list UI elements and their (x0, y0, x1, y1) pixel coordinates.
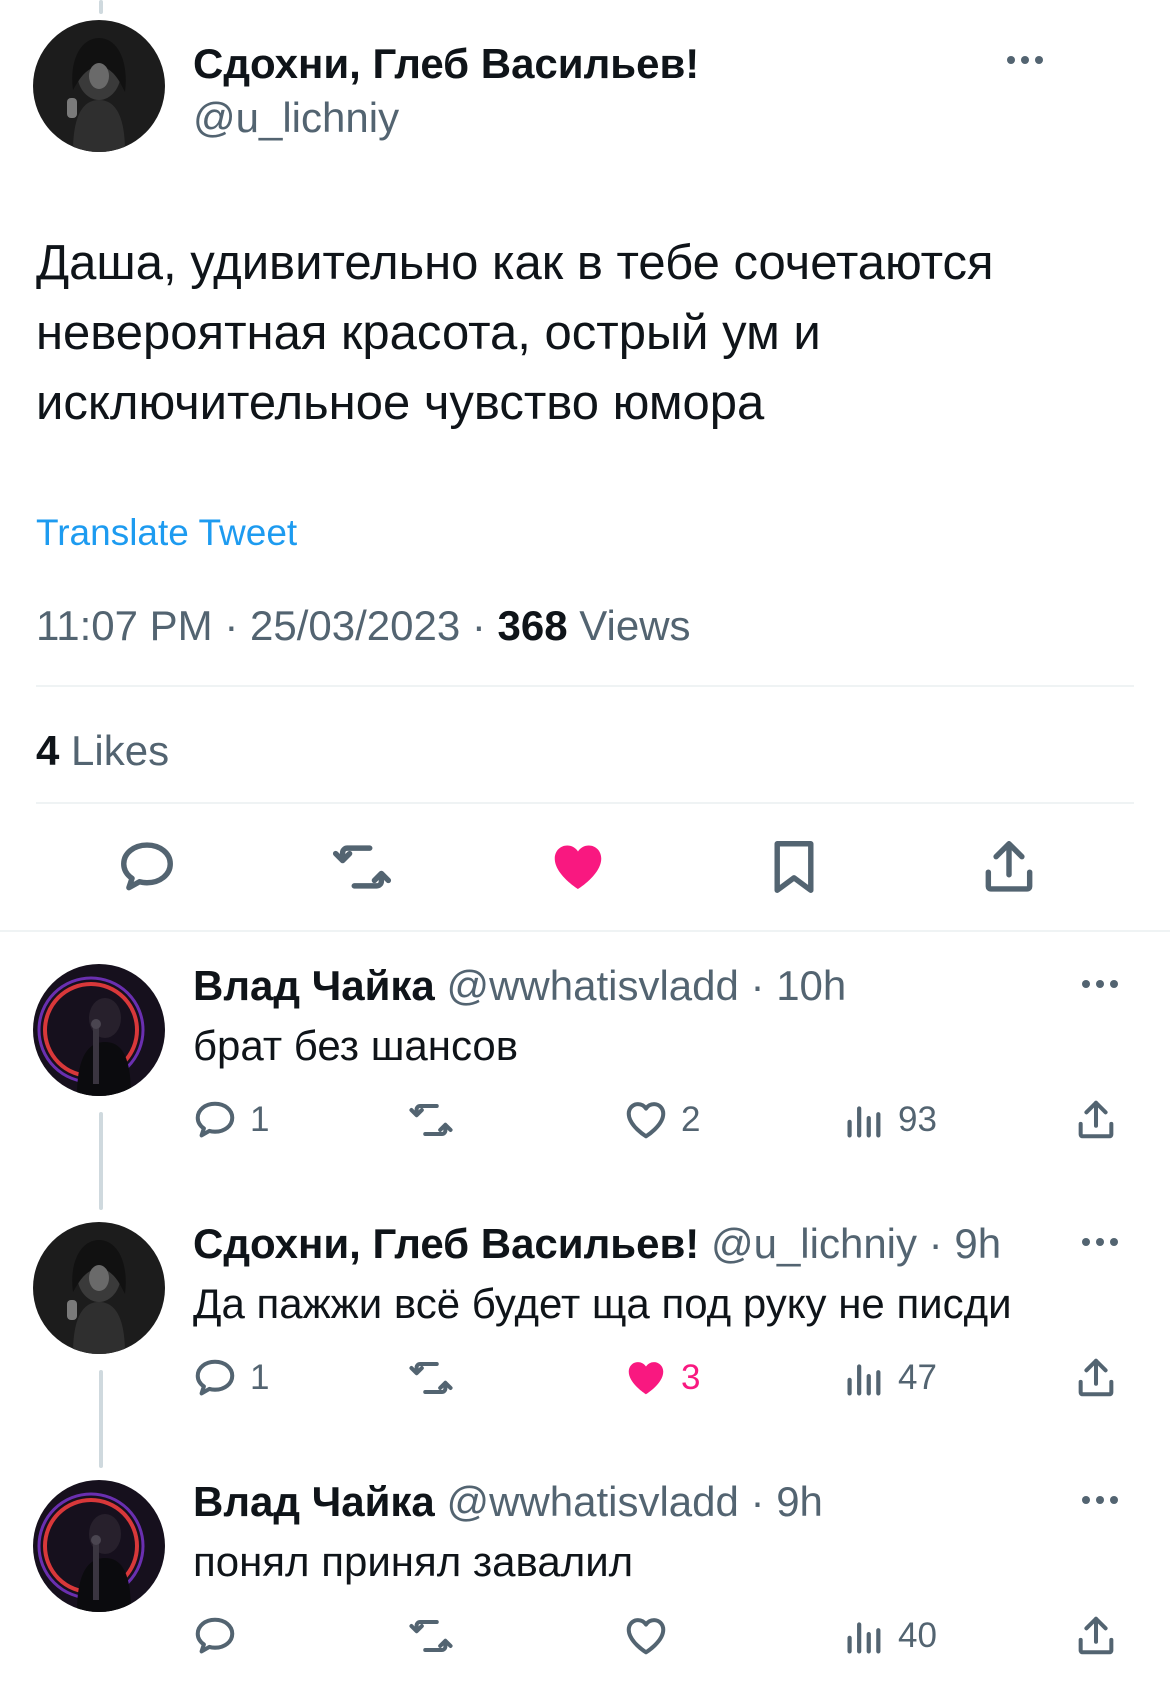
views-label[interactable]: Views (579, 602, 690, 649)
reply-text: Да пажжи всё будет ща под руку не писди (193, 1280, 1012, 1327)
views-count: 368 (497, 602, 568, 649)
retweet-icon (408, 1613, 454, 1659)
share-icon (1073, 1613, 1119, 1659)
reply-age: 9h (776, 1478, 823, 1525)
reply-header: Сдохни, Глеб Васильев! @u_lichniy · 9h (193, 1220, 1001, 1268)
author-avatar[interactable] (33, 20, 165, 152)
meta-separator: · (917, 1220, 955, 1267)
tweet-time: 11:07 PM (36, 602, 213, 649)
thread-connector-top (99, 0, 103, 14)
like-button[interactable] (623, 1613, 681, 1659)
meta-separator: · (212, 602, 250, 649)
likes-count: 4 (36, 727, 60, 774)
like-icon[interactable] (547, 836, 609, 898)
views-button[interactable]: 93 (840, 1097, 937, 1143)
thread-connector (99, 1112, 103, 1210)
reply-author-handle[interactable]: @wwhatisvladd (446, 1478, 738, 1525)
retweet-icon (408, 1097, 454, 1143)
more-icon[interactable] (1078, 1490, 1122, 1510)
reply-header: Влад Чайка @wwhatisvladd · 10h (193, 962, 846, 1010)
share-icon (1073, 1097, 1119, 1143)
reply-avatar[interactable] (33, 1480, 165, 1612)
meta-separator: · (738, 962, 777, 1009)
section-divider (0, 930, 1170, 932)
author-handle[interactable]: @u_lichniy (193, 94, 399, 142)
retweet-button[interactable] (408, 1613, 454, 1659)
reply-icon (192, 1613, 238, 1659)
retweet-icon (408, 1355, 454, 1401)
reply-avatar[interactable] (33, 1222, 165, 1354)
retweet-button[interactable] (408, 1097, 454, 1143)
more-icon[interactable] (1078, 974, 1122, 994)
more-icon[interactable] (1078, 1232, 1122, 1252)
reply-author-name[interactable]: Влад Чайка (193, 1478, 435, 1525)
retweet-icon[interactable] (331, 836, 393, 898)
reply-author-handle[interactable]: @wwhatisvladd (446, 962, 738, 1009)
share-icon[interactable] (978, 836, 1040, 898)
bookmark-icon[interactable] (763, 836, 825, 898)
reply-age: 10h (776, 962, 847, 1009)
reply-author-name[interactable]: Влад Чайка (193, 962, 435, 1009)
reply-header: Влад Чайка @wwhatisvladd · 9h (193, 1478, 823, 1526)
views-button[interactable]: 40 (840, 1613, 937, 1659)
reply-button[interactable]: 1 (192, 1097, 269, 1143)
views-count: 93 (898, 1100, 937, 1139)
share-button[interactable] (1073, 1355, 1119, 1401)
reply-count: 1 (250, 1100, 270, 1139)
divider (36, 685, 1134, 687)
reply-author-handle[interactable]: @u_lichniy (711, 1220, 917, 1267)
views-button[interactable]: 47 (840, 1355, 937, 1401)
reply-count: 1 (250, 1358, 270, 1397)
thread-connector (99, 1370, 103, 1468)
reply-icon[interactable] (116, 836, 178, 898)
share-button[interactable] (1073, 1097, 1119, 1143)
like-button[interactable]: 2 (623, 1097, 700, 1143)
reply-button[interactable]: 1 (192, 1355, 269, 1401)
reply-button[interactable] (192, 1613, 250, 1659)
likes-label: Likes (71, 727, 170, 774)
reply-icon (192, 1355, 238, 1401)
views-icon (840, 1097, 886, 1143)
like-icon (623, 1613, 669, 1659)
like-icon (623, 1097, 669, 1143)
like-count: 3 (681, 1358, 701, 1397)
meta-separator: · (460, 602, 498, 649)
like-icon (623, 1355, 669, 1401)
tweet-date: 25/03/2023 (249, 602, 461, 649)
author-name[interactable]: Сдохни, Глеб Васильев! (193, 40, 699, 88)
translate-tweet-link[interactable]: Translate Tweet (36, 512, 297, 554)
reply-avatar[interactable] (33, 964, 165, 1096)
reply-author-name[interactable]: Сдохни, Глеб Васильев! (193, 1220, 699, 1267)
share-icon (1073, 1355, 1119, 1401)
tweet-meta: 11:07 PM · 25/03/2023 · 368 Views (36, 602, 691, 650)
reply-text: брат без шансов (193, 1022, 519, 1069)
reply-age: 9h (954, 1220, 1002, 1267)
share-button[interactable] (1073, 1613, 1119, 1659)
views-icon (840, 1355, 886, 1401)
views-count: 47 (898, 1358, 937, 1397)
likes-summary[interactable]: 4 Likes (36, 727, 169, 775)
like-button[interactable]: 3 (623, 1355, 700, 1401)
more-icon[interactable] (1003, 50, 1047, 70)
views-icon (840, 1613, 886, 1659)
like-count: 2 (681, 1100, 701, 1139)
reply-icon (192, 1097, 238, 1143)
reply-text: понял принял завалил (193, 1538, 634, 1585)
meta-separator: · (738, 1478, 777, 1525)
divider (36, 802, 1134, 804)
retweet-button[interactable] (408, 1355, 454, 1401)
tweet-text: Даша, удивительно как в тебе сочетаются … (36, 236, 994, 430)
views-count: 40 (898, 1616, 937, 1655)
